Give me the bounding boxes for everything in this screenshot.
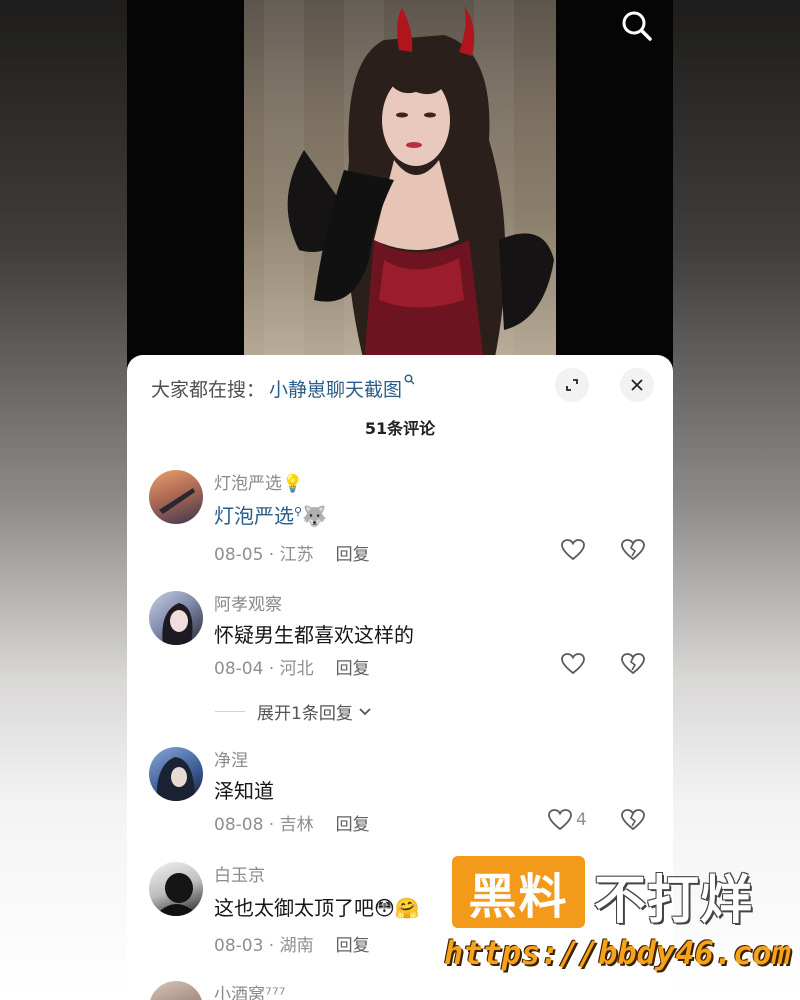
divider-line <box>215 711 245 712</box>
dislike-button[interactable] <box>620 652 646 680</box>
hot-search-bar: 大家都在搜： 小静崽聊天截图 <box>151 373 415 403</box>
reply-button[interactable]: 回复 <box>336 659 370 679</box>
comment-username[interactable]: 白玉京 <box>214 861 265 886</box>
search-icon[interactable] <box>619 8 655 44</box>
comment-meta: 08-03 · 湖南 回复 <box>214 936 370 956</box>
comment-meta: 08-04 · 河北 回复 <box>214 659 370 679</box>
avatar[interactable] <box>149 591 203 645</box>
comment-text[interactable]: 怀疑男生都喜欢这样的 <box>214 619 414 648</box>
video-frame-illustration <box>287 6 554 362</box>
hot-search-term[interactable]: 小静崽聊天截图 <box>269 375 402 402</box>
dislike-button[interactable] <box>620 808 646 836</box>
avatar[interactable] <box>149 470 203 524</box>
heart-icon <box>561 653 585 675</box>
like-count: 4 <box>576 810 587 830</box>
comment-text[interactable]: 这也太御太顶了吧😳🤗 <box>214 892 420 921</box>
avatar[interactable] <box>149 862 203 916</box>
comment-username[interactable]: 净涅 <box>214 746 248 771</box>
reply-button[interactable]: 回复 <box>336 545 370 565</box>
like-button[interactable]: 4 <box>547 808 587 832</box>
broken-heart-icon <box>621 809 645 831</box>
expand-icon <box>566 379 578 391</box>
avatar[interactable] <box>149 747 203 801</box>
watermark-url: https://bbdy46.com <box>444 934 791 972</box>
watermark-badge-text: 黑料 <box>468 869 569 925</box>
chevron-down-icon <box>359 707 371 715</box>
watermark: 黑料 不打烊 https://bbdy46.com <box>444 856 791 976</box>
hot-search-label: 大家都在搜： <box>151 378 266 401</box>
video-player[interactable] <box>244 0 556 362</box>
comment-text[interactable]: 泽知道 <box>214 775 274 804</box>
comment-count-title: 51条评论 <box>364 419 436 438</box>
reply-button[interactable]: 回复 <box>336 936 370 956</box>
reply-button[interactable]: 回复 <box>336 815 370 835</box>
close-icon <box>631 379 643 391</box>
comment-meta: 08-08 · 吉林 回复 <box>214 815 370 835</box>
expand-replies-label: 展开1条回复 <box>257 704 353 724</box>
heart-icon <box>561 539 585 561</box>
like-button[interactable] <box>560 538 586 562</box>
phone-screen: 大家都在搜： 小静崽聊天截图 51条评论 灯泡严选💡 灯泡严选⚲🐺 08-05 … <box>127 0 673 1000</box>
broken-heart-icon <box>621 653 645 675</box>
avatar[interactable] <box>149 981 203 1000</box>
comment-username[interactable]: 小酒窝⁷⁷⁷ <box>214 980 285 1000</box>
watermark-text: 不打烊 <box>594 871 754 931</box>
close-sheet-button[interactable] <box>620 368 654 402</box>
dislike-button[interactable] <box>620 538 646 566</box>
heart-icon <box>548 809 572 831</box>
comment-meta: 08-05 · 江苏 回复 <box>214 545 370 565</box>
comment-username[interactable]: 灯泡严选💡 <box>214 469 303 494</box>
expand-replies-button[interactable]: 展开1条回复 <box>215 699 373 724</box>
comment-username[interactable]: 阿孝观察 <box>214 590 282 615</box>
hot-search-magnifier-icon <box>404 374 415 388</box>
watermark-badge: 黑料 <box>452 856 585 928</box>
like-button[interactable] <box>560 652 586 676</box>
broken-heart-icon <box>621 539 645 561</box>
comment-text[interactable]: 灯泡严选⚲🐺 <box>214 500 327 529</box>
expand-sheet-button[interactable] <box>555 368 589 402</box>
